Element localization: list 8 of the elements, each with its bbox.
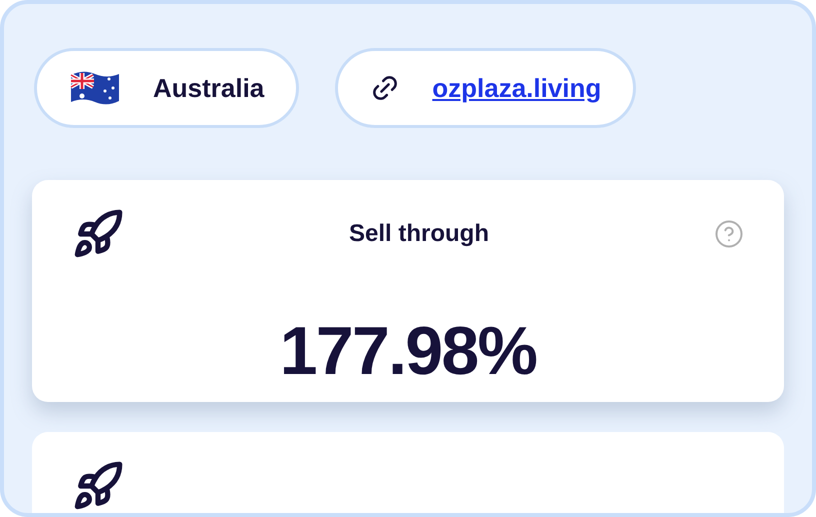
country-name: Australia <box>153 72 264 104</box>
metric-value: 177.98% <box>280 312 536 391</box>
website-link[interactable]: ozplaza.living <box>432 68 602 108</box>
rocket-icon <box>72 460 124 512</box>
help-icon[interactable] <box>714 219 744 249</box>
flag-icon <box>69 69 121 107</box>
rocket-icon <box>72 208 124 260</box>
card-title: Sell through <box>349 219 489 249</box>
